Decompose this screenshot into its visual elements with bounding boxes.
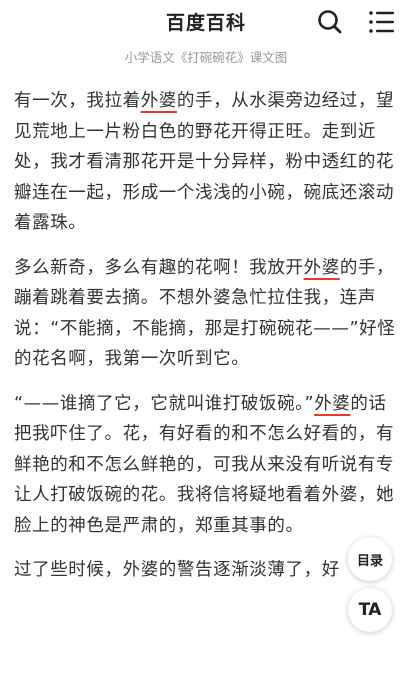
article-body: 有一次，我拉着外婆的手，从水渠旁边经过，望见荒地上一片粉白色的野花开得正旺。走到… [14, 86, 402, 600]
image-caption: 小学语文《打碗碗花》课文图 [124, 50, 288, 65]
highlighted-word: 外婆 [314, 393, 351, 414]
menu-button[interactable] [368, 9, 396, 35]
font-size-label-t: T [358, 600, 371, 620]
menu-icon [369, 11, 394, 33]
toc-label: 目录 [356, 553, 383, 569]
search-button[interactable] [316, 8, 344, 36]
search-icon [318, 10, 342, 34]
paragraph-text: 过了些时候，外婆的警告逐渐淡薄了，好 [14, 560, 340, 580]
table-of-contents-button[interactable]: 目录 [348, 537, 392, 581]
highlighted-word: 外婆 [303, 257, 340, 278]
paragraph: 过了些时候，外婆的警告逐渐淡薄了，好 [14, 555, 402, 586]
page-title[interactable]: 百度百科 [0, 8, 412, 35]
paragraph-text: 的话把我吓住了。花，有好看的和不怎么好看的，有鲜艳的和不怎么鲜艳的，可我从来没有… [14, 393, 395, 536]
highlighted-word: 外婆 [140, 91, 177, 111]
paragraph: “——谁摘了它，它就叫谁打破饭碗。”外婆的话把我吓住了。花，有好看的和不怎么好看… [14, 389, 402, 542]
top-bar: 百度百科 [0, 0, 412, 42]
font-size-label-a: A [368, 600, 382, 620]
paragraph-text: 的手，从水渠旁边经过，望见荒地上一片粉白色的野花开得正旺。走到近处，我才看清那花… [14, 91, 395, 233]
paragraph-text: “——谁摘了它，它就叫谁打破饭碗。” [14, 393, 315, 414]
font-size-icon: TA [359, 600, 382, 620]
paragraph-text: 有一次，我拉着 [14, 91, 141, 111]
paragraph: 有一次，我拉着外婆的手，从水渠旁边经过，望见荒地上一片粉白色的野花开得正旺。走到… [14, 86, 402, 239]
font-size-button[interactable]: TA [348, 588, 392, 632]
paragraph: 多么新奇，多么有趣的花啊！我放开外婆的手，蹦着跳着要去摘。不想外婆急忙拉住我，连… [14, 253, 402, 375]
paragraph-text: 多么新奇，多么有趣的花啊！我放开 [14, 257, 304, 278]
